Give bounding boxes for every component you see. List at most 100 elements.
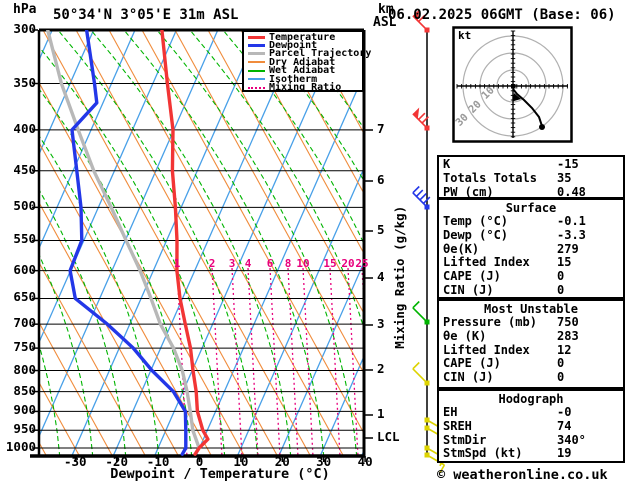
- panel-row-label: θe (K): [443, 328, 487, 343]
- mixing-ratio-value-label: 10: [296, 257, 310, 270]
- pressure-tick-label: 350: [13, 74, 36, 90]
- panel-row: Pressure (mb) 750: [443, 315, 619, 330]
- mixing-ratio-value-label: 1: [173, 257, 181, 270]
- panel-row-label: θe(K): [443, 241, 480, 256]
- mixing-ratio-axis-label: Mixing Ratio (g/kg): [391, 205, 407, 349]
- pressure-tick-label: 650: [13, 289, 36, 305]
- panel-row-label: CIN (J): [443, 282, 494, 297]
- pressure-unit-label: hPa: [13, 2, 37, 17]
- pressure-tick-label: 800: [13, 361, 36, 377]
- pressure-tick-label: 500: [13, 198, 36, 214]
- surface-panel: Surface Temp (°C) -0.1 Dewp (°C) -3.3 θe(K) 2…: [437, 198, 625, 299]
- temp-tick-label: 0: [195, 454, 204, 469]
- panel-row-value: 74: [557, 418, 572, 433]
- asl-axis-unit: ASL: [373, 15, 397, 30]
- altitude-tick-label: 6: [377, 172, 385, 187]
- panel-row-value: -15: [557, 157, 579, 171]
- panel-row-label: K: [443, 157, 451, 171]
- pressure-tick-label: 700: [13, 315, 36, 331]
- panel-row: Lifted Index 15: [443, 255, 619, 270]
- indices-panel: K -15 Totals Totals 35 PW (cm) 0.48: [437, 155, 625, 199]
- legend-swatch-wet-adiabat: [248, 69, 265, 72]
- panel-row-value: 0: [557, 269, 565, 284]
- altitude-tick-label: 7: [377, 121, 385, 136]
- temp-tick-label: -10: [146, 454, 170, 469]
- panel-row-value: 0: [557, 370, 565, 385]
- panel-row: Dewp (°C) -3.3: [443, 227, 619, 243]
- pressure-tick-label: 750: [13, 339, 36, 355]
- panel-row-label: CIN (J): [443, 370, 494, 385]
- panel-row-value: 12: [557, 342, 572, 357]
- pressure-tick-label: 850: [13, 382, 36, 398]
- panel-row: θe(K) 279: [443, 241, 619, 257]
- panel-row: CAPE (J) 0: [443, 269, 619, 284]
- legend-swatch-parcel-trajectory: [248, 52, 265, 56]
- pressure-tick-label: 400: [13, 120, 36, 136]
- panel-row-label: StmSpd (kt): [443, 446, 523, 461]
- legend-item: Mixing Ratio: [248, 82, 362, 94]
- pressure-tick-label: 450: [13, 161, 36, 177]
- mixing-ratio-value-label: 4: [244, 257, 252, 270]
- altitude-tick-label: 2: [377, 361, 385, 376]
- panel-row-value: 15: [557, 255, 572, 270]
- altitude-tick-label: 5: [377, 222, 385, 237]
- panel-row-label: Lifted Index: [443, 342, 530, 357]
- altitude-tick-label: LCL: [377, 429, 400, 444]
- panel-row-label: Dewp (°C): [443, 227, 509, 242]
- panel-row: CAPE (J) 0: [443, 356, 619, 371]
- panel-row: Temp (°C) -0.1: [443, 214, 619, 229]
- temp-tick-label: 20: [274, 454, 290, 469]
- most-unstable-panel: Most Unstable Pressure (mb) 750 θe (K) 283 L…: [437, 299, 625, 389]
- x-axis-label: Dewpoint / Temperature (°C): [110, 466, 330, 482]
- panel-row-value: 19: [557, 446, 572, 461]
- panel-row: K -15: [443, 157, 619, 172]
- panel-row-value: 750: [557, 315, 579, 329]
- temp-tick-label: -20: [105, 454, 128, 469]
- temp-tick-label: -30: [64, 454, 87, 469]
- surface-panel-title: Surface: [505, 201, 557, 215]
- panel-row: CIN (J) 0: [443, 282, 619, 298]
- panel-row-value: 279: [557, 241, 579, 256]
- panel-row-value: 0: [557, 282, 565, 297]
- panel-row-label: Totals Totals: [443, 170, 537, 185]
- altitude-tick-label: 3: [377, 316, 385, 331]
- pressure-tick-label: 300: [13, 21, 36, 36]
- altitude-tick-label: 4: [377, 269, 385, 284]
- temp-tick-label: 40: [357, 454, 373, 469]
- pressure-tick-label: 950: [13, 421, 36, 437]
- panel-row-label: EH: [443, 405, 458, 419]
- panel-row: Lifted Index 12: [443, 342, 619, 358]
- hodograph-kt-label: kt: [458, 29, 472, 42]
- panel-row: EH -0: [443, 405, 619, 420]
- panel-row: SREH 74: [443, 418, 619, 434]
- panel-row-value: -0: [557, 405, 572, 419]
- panel-row-label: CAPE (J): [443, 356, 501, 371]
- legend-swatch-isotherm: [248, 78, 265, 81]
- panel-row-value: 283: [557, 328, 579, 343]
- panel-row: CIN (J) 0: [443, 370, 619, 385]
- legend-swatch-mixing-ratio: [248, 86, 265, 89]
- legend: Temperature Dewpoint Parcel Trajectory Dry …: [242, 30, 371, 94]
- pressure-tick-label: 900: [13, 402, 36, 418]
- altitude-tick-label: 1: [377, 406, 385, 421]
- panel-row-label: Temp (°C): [443, 214, 509, 228]
- mixing-ratio-value-label: 25: [355, 257, 369, 270]
- panel-row: StmDir 340°: [443, 432, 619, 448]
- panel-row: Totals Totals 35: [443, 170, 619, 186]
- copyright-label: © weatheronline.co.uk: [437, 467, 608, 483]
- legend-item-label: Mixing Ratio: [269, 82, 342, 94]
- panel-row-value: 35: [557, 170, 572, 185]
- panel-row: θe (K) 283: [443, 328, 619, 344]
- temp-tick-label: 10: [233, 454, 249, 469]
- legend-swatch-dry-adiabat: [248, 61, 265, 64]
- panel-row-value: -0.1: [557, 214, 586, 228]
- page-title: 50°34'N 3°05'E 31m ASL: [53, 7, 239, 23]
- panel-row-label: StmDir: [443, 432, 487, 447]
- hodograph-panel-title: Hodograph: [498, 392, 564, 406]
- panel-row: StmSpd (kt) 19: [443, 446, 619, 461]
- legend-swatch-temperature: [248, 35, 265, 39]
- skewt-sounding-page: hPa 50°34'N 3°05'E 31m ASL 06.02.2025 06…: [0, 0, 629, 486]
- panel-row-value: 340°: [557, 432, 586, 447]
- pressure-tick-label: 600: [13, 261, 36, 277]
- hodograph-panel: Hodograph EH -0 SREH 74 StmDir 340° StmSpd (kt…: [437, 389, 625, 463]
